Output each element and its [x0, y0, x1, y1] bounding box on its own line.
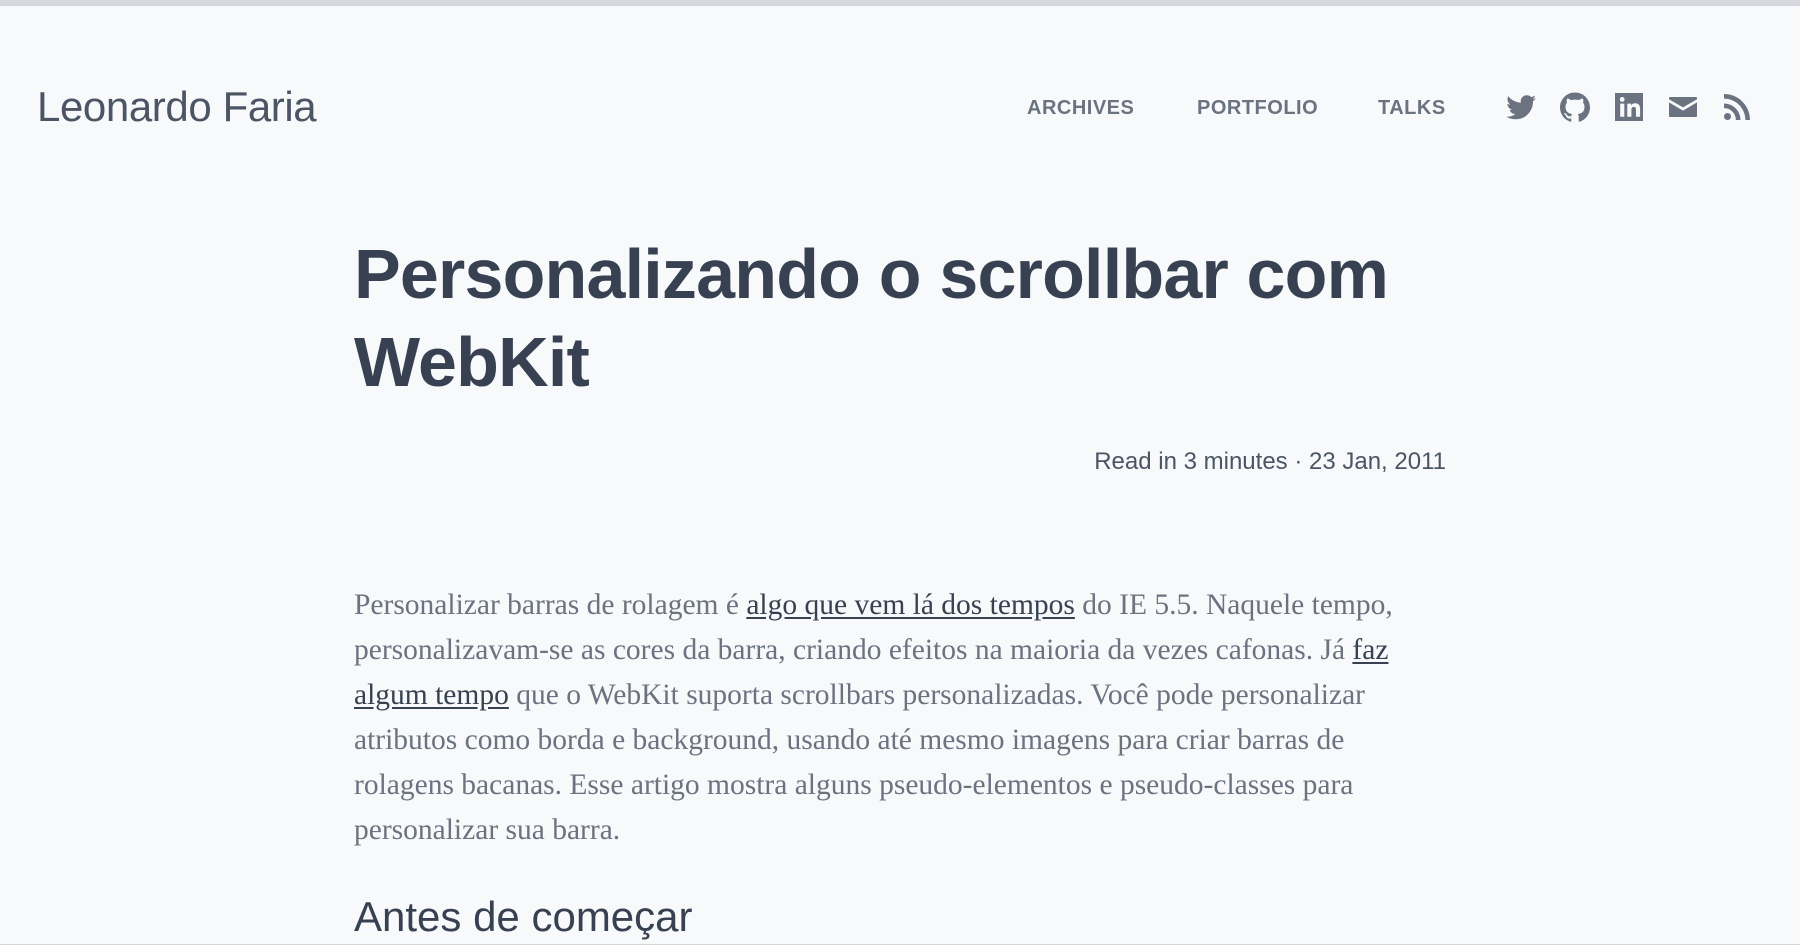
nav-item-archives[interactable]: ARCHIVES [1027, 96, 1134, 120]
post-article: Personalizando o scrollbar com WebKit Re… [354, 230, 1446, 940]
link-algo-que-vem[interactable]: algo que vem lá dos tempos [746, 589, 1075, 621]
post-intro-paragraph: Personalizar barras de rolagem é algo qu… [354, 583, 1446, 853]
email-icon [1669, 97, 1697, 117]
github-icon [1560, 92, 1590, 122]
nav-item-portfolio[interactable]: PORTFOLIO [1197, 96, 1318, 120]
section-heading: Antes de começar [354, 893, 693, 940]
twitter-icon [1506, 95, 1536, 120]
post-title: Personalizando o scrollbar com WebKit [354, 235, 1389, 401]
email-link[interactable] [1667, 91, 1699, 123]
linkedin-icon [1615, 93, 1643, 121]
twitter-link[interactable] [1505, 91, 1537, 123]
post-meta: Read in 3 minutes · 23 Jan, 2011 [1094, 448, 1446, 475]
github-link[interactable] [1559, 91, 1591, 123]
paragraph-text: Personalizar barras de rolagem é [354, 589, 747, 621]
nav-item-talks[interactable]: TALKS [1378, 96, 1446, 120]
rss-link[interactable] [1721, 91, 1753, 123]
rss-icon [1724, 94, 1750, 120]
page-top-bar [0, 0, 1800, 6]
linkedin-link[interactable] [1613, 91, 1645, 123]
